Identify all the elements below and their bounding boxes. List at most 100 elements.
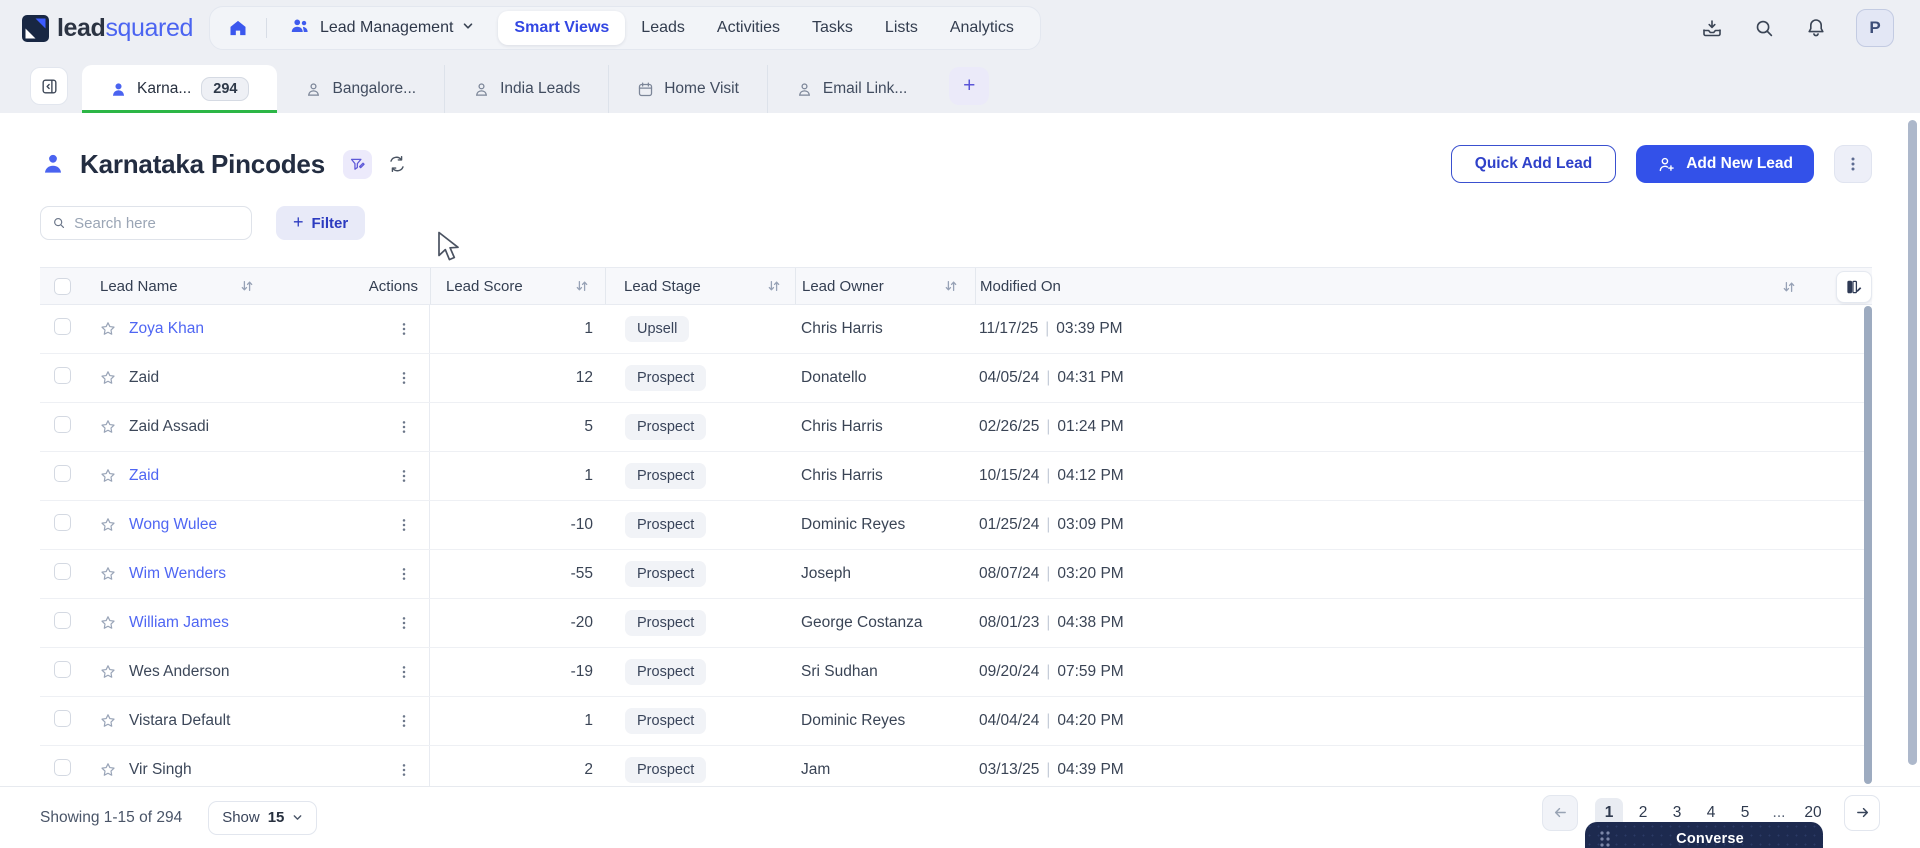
next-page-button[interactable] [1844,794,1880,831]
nav-item[interactable]: Analytics [934,11,1030,45]
leadsquared-logo: leadsquared [22,14,193,43]
view-tab[interactable]: India Leads [444,65,608,113]
star-icon[interactable] [100,321,116,337]
row-checkbox[interactable] [54,465,71,482]
previous-page-button[interactable] [1542,794,1578,831]
table-scrollbar[interactable] [1864,306,1872,784]
star-icon[interactable] [100,664,116,680]
lead-management-menu[interactable]: Lead Management [277,15,486,42]
view-tab[interactable]: Bangalore... [277,65,444,113]
lead-name-link[interactable]: William James [129,614,229,632]
more-options-button[interactable] [1834,145,1872,183]
star-icon[interactable] [100,762,116,778]
add-new-lead-button[interactable]: Add New Lead [1636,145,1814,183]
row-checkbox[interactable] [54,563,71,580]
select-all-checkbox[interactable] [54,277,71,295]
lead-name-link[interactable]: Vistara Default [129,712,230,730]
row-checkbox[interactable] [54,367,71,384]
column-lead-owner[interactable]: Lead Owner [802,278,884,295]
row-checkbox[interactable] [54,318,71,335]
search-input[interactable] [74,214,240,232]
column-lead-score[interactable]: Lead Score [446,278,523,295]
lead-score-value: -19 [570,663,593,680]
nav-item[interactable]: Activities [701,11,796,45]
row-actions-kebab-icon[interactable] [397,518,411,532]
view-tab-label: Bangalore... [332,80,417,97]
row-actions-kebab-icon[interactable] [397,371,411,385]
modified-time: 07:59 PM [1057,663,1124,680]
row-actions-kebab-icon[interactable] [397,469,411,483]
user-avatar[interactable]: P [1856,9,1894,47]
view-tab[interactable]: Karna... 294 [82,65,278,113]
row-actions-kebab-icon[interactable] [397,763,411,777]
view-settings-icon[interactable] [342,149,372,179]
search-icon[interactable] [1752,16,1776,40]
star-icon[interactable] [100,566,116,582]
table-row: Vistara Default 1 Prospect Dominic Reyes… [40,697,1872,746]
home-icon[interactable] [220,10,256,46]
star-icon[interactable] [100,419,116,435]
add-view-button[interactable]: + [949,67,990,105]
sort-icon[interactable] [240,279,254,293]
notifications-bell-icon[interactable] [1804,16,1828,40]
drag-handle-icon[interactable] [1599,830,1611,848]
nav-item[interactable]: Tasks [796,11,869,45]
page-title: Karnataka Pincodes [80,148,325,179]
search-box[interactable] [40,206,252,240]
lead-name-link[interactable]: Vir Singh [129,761,192,779]
row-checkbox[interactable] [54,661,71,678]
row-actions-kebab-icon[interactable] [397,714,411,728]
sort-icon[interactable] [1782,280,1796,294]
lead-name-link[interactable]: Zaid [129,467,159,485]
view-tab[interactable]: Email Link... [766,65,935,113]
nav-item[interactable]: Smart Views [498,11,626,45]
date-separator: | [1046,712,1051,729]
nav-item[interactable]: Lists [869,11,934,45]
lead-name-link[interactable]: Zoya Khan [129,320,204,338]
lead-name-link[interactable]: Wim Wenders [129,565,226,583]
row-actions-kebab-icon[interactable] [397,567,411,581]
row-actions-kebab-icon[interactable] [397,665,411,679]
collapse-sidebar-icon[interactable] [30,67,68,105]
column-lead-name[interactable]: Lead Name [100,278,178,295]
row-checkbox[interactable] [54,759,71,776]
row-actions-kebab-icon[interactable] [397,616,411,630]
modified-on-value: 11/17/25 | 03:39 PM [975,320,1872,338]
sort-icon[interactable] [944,279,958,293]
date-separator: | [1046,761,1051,778]
quick-add-lead-button[interactable]: Quick Add Lead [1450,145,1617,183]
row-checkbox[interactable] [54,416,71,433]
row-checkbox[interactable] [54,710,71,727]
star-icon[interactable] [100,370,116,386]
row-actions-kebab-icon[interactable] [397,322,411,336]
lead-name-link[interactable]: Zaid [129,369,159,387]
view-tab[interactable]: Home Visit [608,65,767,113]
row-checkbox[interactable] [54,514,71,531]
column-modified-on[interactable]: Modified On [980,278,1061,295]
refresh-icon[interactable] [387,154,407,174]
star-icon[interactable] [100,517,116,533]
column-actions[interactable]: Actions [369,278,418,295]
lead-name-link[interactable]: Wes Anderson [129,663,230,681]
view-tab-label: Karna... [137,80,192,97]
manage-columns-button[interactable] [1836,271,1872,303]
inbox-download-icon[interactable] [1700,16,1724,40]
converse-widget[interactable]: Converse [1585,822,1823,848]
lead-stage-badge: Prospect [625,757,707,783]
column-lead-stage[interactable]: Lead Stage [624,278,701,295]
filter-button[interactable]: + Filter [276,206,366,240]
lead-name-link[interactable]: Zaid Assadi [129,418,209,436]
leadsquared-app: leadsquared Lead Management Smart Views [0,0,1920,848]
row-actions-kebab-icon[interactable] [397,420,411,434]
star-icon[interactable] [100,615,116,631]
window-scrollbar[interactable] [1908,120,1917,765]
star-icon[interactable] [100,713,116,729]
star-icon[interactable] [100,468,116,484]
lead-name-link[interactable]: Wong Wulee [129,516,217,534]
sort-icon[interactable] [575,279,589,293]
sort-icon[interactable] [767,279,781,293]
page-size-dropdown[interactable]: Show 15 [208,800,318,835]
modified-on-value: 01/25/24 | 03:09 PM [975,516,1872,534]
nav-item[interactable]: Leads [625,11,701,45]
row-checkbox[interactable] [54,612,71,629]
